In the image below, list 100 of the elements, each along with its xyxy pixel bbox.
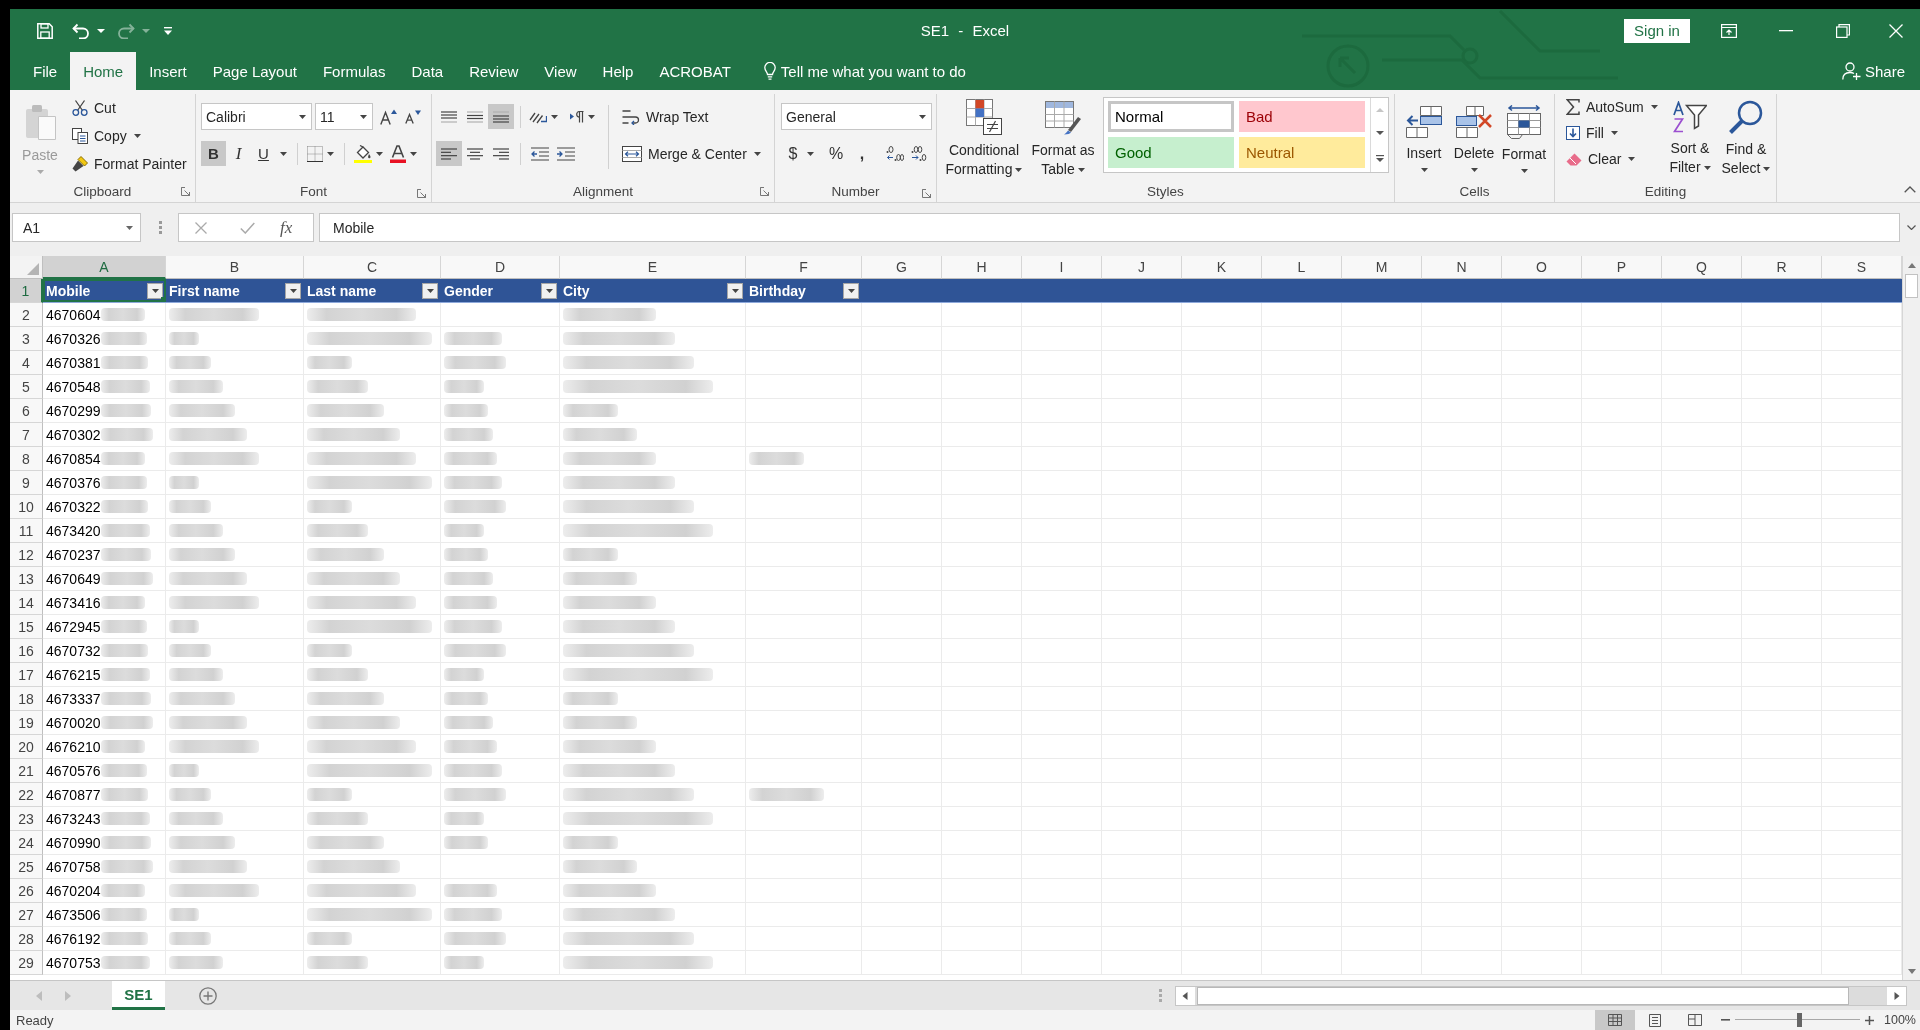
minimize-icon[interactable] — [1778, 29, 1793, 32]
row-number[interactable]: 6 — [10, 399, 43, 423]
row-number[interactable]: 9 — [10, 471, 43, 495]
caret-icon[interactable] — [551, 114, 558, 119]
cell-style-option[interactable]: Normal — [1108, 101, 1234, 132]
fill-button[interactable]: Fill — [1562, 120, 1663, 146]
ribbon-tab[interactable]: Home — [70, 52, 137, 90]
underline-button[interactable]: U — [251, 141, 276, 166]
row-number[interactable]: 21 — [10, 759, 43, 783]
row-number[interactable]: 10 — [10, 495, 43, 519]
formula-input[interactable]: Mobile — [319, 213, 1900, 242]
column-header[interactable]: G — [862, 256, 942, 279]
row-number[interactable]: 26 — [10, 879, 43, 903]
find-select-button[interactable]: Find & Select — [1718, 94, 1774, 180]
wrap-text-button[interactable]: Wrap Text — [622, 103, 761, 130]
decrease-indent-icon[interactable] — [531, 146, 549, 161]
column-header[interactable]: N — [1422, 256, 1502, 279]
lightbulb-icon[interactable] — [763, 62, 776, 80]
copy-button[interactable]: Copy — [68, 122, 191, 150]
ribbon-tab[interactable]: View — [531, 52, 590, 90]
undo-icon[interactable] — [72, 22, 90, 39]
table-header-cell[interactable]: First name — [166, 279, 304, 303]
gallery-down-icon[interactable] — [1375, 131, 1384, 136]
scrollbar-thumb[interactable] — [1197, 986, 1849, 1005]
ribbon-tab[interactable]: Data — [398, 52, 457, 90]
dialog-launcher-icon[interactable] — [417, 188, 426, 198]
column-header[interactable]: M — [1342, 256, 1422, 279]
autosum-button[interactable]: AutoSum — [1562, 94, 1663, 120]
ribbon-tab[interactable]: Help — [589, 52, 647, 90]
scroll-down-icon[interactable] — [1907, 969, 1916, 974]
row-number[interactable]: 2 — [10, 303, 43, 327]
dialog-launcher-icon[interactable] — [760, 187, 769, 196]
italic-button[interactable]: I — [226, 141, 251, 166]
ribbon-tab[interactable]: Review — [456, 52, 532, 90]
cell-style-option[interactable]: Bad — [1239, 101, 1365, 132]
row-number[interactable]: 1 — [10, 279, 43, 303]
caret-icon[interactable] — [97, 28, 105, 33]
ribbon-display-options-icon[interactable] — [1720, 23, 1737, 38]
insert-function-button[interactable]: fx — [280, 217, 293, 238]
merge-center-button[interactable]: Merge & Center — [622, 140, 761, 167]
scrollbar-thumb[interactable] — [1905, 274, 1918, 298]
row-number[interactable]: 17 — [10, 663, 43, 687]
customize-toolbar-icon[interactable] — [164, 26, 172, 35]
ribbon-tab[interactable]: ACROBAT — [646, 52, 744, 90]
delete-cells-button[interactable]: Delete — [1449, 94, 1499, 180]
table-header-cell[interactable]: Mobile — [43, 279, 166, 303]
column-header[interactable]: B — [166, 256, 304, 279]
accounting-format-button[interactable]: $ — [783, 141, 803, 166]
format-painter-button[interactable]: Format Painter — [68, 150, 191, 178]
row-number[interactable]: 3 — [10, 327, 43, 351]
share-button[interactable]: Share — [1841, 56, 1905, 86]
zoom-in-icon[interactable] — [1865, 1015, 1874, 1025]
caret-icon[interactable] — [807, 151, 814, 156]
caret-icon[interactable] — [410, 151, 417, 156]
filter-dropdown-button[interactable] — [843, 282, 859, 299]
cell-style-option[interactable]: Neutral — [1239, 137, 1365, 168]
filter-dropdown-button[interactable] — [727, 282, 743, 299]
insert-cells-button[interactable]: Insert — [1399, 94, 1449, 180]
caret-icon[interactable] — [280, 151, 287, 156]
bold-button[interactable]: B — [201, 141, 226, 166]
decrease-font-size-icon[interactable] — [405, 109, 421, 124]
table-header-cell[interactable]: City — [560, 279, 746, 303]
clear-button[interactable]: Clear — [1562, 146, 1663, 172]
column-header[interactable]: J — [1102, 256, 1182, 279]
decrease-decimal-icon[interactable] — [911, 145, 929, 162]
column-header[interactable]: I — [1022, 256, 1102, 279]
row-number[interactable]: 12 — [10, 543, 43, 567]
column-header[interactable]: H — [942, 256, 1022, 279]
row-number[interactable]: 4 — [10, 351, 43, 375]
paragraph-direction-icon[interactable] — [570, 110, 584, 123]
number-format-dropdown[interactable]: General — [781, 103, 932, 130]
column-header[interactable]: P — [1582, 256, 1662, 279]
conditional-formatting-button[interactable]: Conditional Formatting — [942, 94, 1026, 180]
table-header-cell[interactable]: Birthday — [746, 279, 862, 303]
row-number[interactable]: 28 — [10, 927, 43, 951]
row-number[interactable]: 11 — [10, 519, 43, 543]
paint-bucket-icon[interactable] — [354, 144, 372, 163]
tell-me-search-field[interactable]: Tell me what you want to do — [780, 56, 991, 86]
filter-dropdown-button[interactable] — [541, 282, 557, 299]
filter-dropdown-button[interactable] — [422, 282, 438, 299]
column-header[interactable]: D — [441, 256, 560, 279]
expand-formula-bar-icon[interactable] — [1907, 225, 1916, 230]
caret-icon[interactable] — [376, 151, 383, 156]
sheet-tab[interactable]: SE1 — [112, 981, 165, 1010]
close-icon[interactable] — [1888, 23, 1903, 38]
fill-handle[interactable] — [161, 297, 166, 302]
borders-icon[interactable] — [307, 145, 323, 162]
ribbon-tab[interactable]: File — [20, 52, 71, 90]
column-header[interactable]: S — [1822, 256, 1902, 279]
scroll-up-icon[interactable] — [1907, 263, 1916, 268]
row-number[interactable]: 19 — [10, 711, 43, 735]
gallery-more-icon[interactable] — [1375, 155, 1384, 163]
caret-icon[interactable] — [588, 114, 595, 119]
column-header[interactable]: Q — [1662, 256, 1742, 279]
checkmark-icon[interactable] — [240, 221, 255, 234]
table-header-cell[interactable]: Last name — [304, 279, 441, 303]
cell-style-option[interactable]: Good — [1108, 137, 1234, 168]
sign-in-button[interactable]: Sign in — [1624, 18, 1690, 43]
column-header[interactable]: C — [304, 256, 441, 279]
row-number[interactable]: 29 — [10, 951, 43, 975]
